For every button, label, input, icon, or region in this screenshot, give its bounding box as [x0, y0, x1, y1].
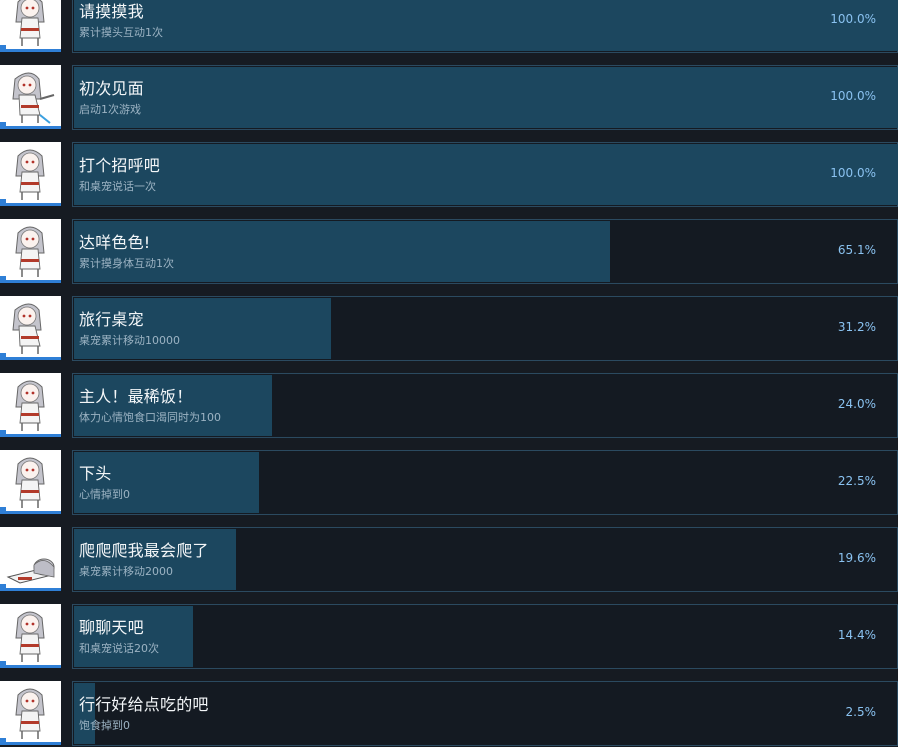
- achievement-row: 聊聊天吧和桌宠说话20次 14.4%: [0, 604, 898, 671]
- achievement-row: 打个招呼吧和桌宠说话一次 100.0%: [0, 142, 898, 209]
- progress-bar: [72, 65, 898, 130]
- achievement-description: 累计摸身体互动1次: [79, 257, 174, 270]
- chibi-girl-crawling-icon: [0, 527, 61, 591]
- icon-corner-tab: [0, 738, 6, 742]
- achievement-list: 请摸摸我 累计摸头互动1次 100.0% 初次见面 启动1次游戏 100.0% 打个招呼吧和…: [0, 0, 898, 747]
- achievement-description: 桌宠累计移动10000: [79, 334, 180, 347]
- achievement-title: 下头: [79, 464, 112, 483]
- chibi-girl-standing-icon: [0, 142, 61, 206]
- achievement-description: 桌宠累计移动2000: [79, 565, 173, 578]
- icon-corner-tab: [0, 199, 6, 203]
- chibi-girl-happy-icon: [0, 373, 61, 437]
- progress-bar: [72, 219, 898, 284]
- achievement-title: 行行好给点吃的吧: [79, 695, 209, 714]
- unlock-percentage: 100.0%: [830, 166, 876, 180]
- achievement-title: 初次见面: [79, 79, 144, 98]
- achievement-title: 请摸摸我: [79, 2, 144, 21]
- achievement-title: 旅行桌宠: [79, 310, 144, 329]
- unlock-percentage: 22.5%: [837, 474, 876, 488]
- achievement-title: 打个招呼吧: [79, 156, 161, 175]
- progress-bar: [72, 604, 898, 669]
- achievement-description: 启动1次游戏: [79, 103, 141, 116]
- unlock-percentage: 14.4%: [837, 628, 876, 642]
- progress-bar-fill: [74, 221, 610, 282]
- icon-corner-tab: [0, 507, 6, 511]
- icon-corner-tab: [0, 661, 6, 665]
- icon-corner-tab: [0, 353, 6, 357]
- progress-bar-fill: [74, 0, 898, 51]
- achievement-description: 和桌宠说话一次: [79, 180, 156, 193]
- achievement-row: 初次见面启动1次游戏 100.0%: [0, 65, 898, 132]
- chibi-girl-sad-icon: [0, 450, 61, 514]
- unlock-percentage: 100.0%: [830, 12, 876, 26]
- chibi-girl-walking-icon: [0, 296, 61, 360]
- achievement-row: 旅行桌宠桌宠累计移动10000 31.2%: [0, 296, 898, 363]
- achievement-description: 累计摸头互动1次: [79, 26, 163, 39]
- unlock-percentage: 24.0%: [837, 397, 876, 411]
- chibi-girl-shy-icon: [0, 219, 61, 283]
- icon-corner-tab: [0, 45, 6, 49]
- unlock-percentage: 2.5%: [845, 705, 877, 719]
- achievement-row: 请摸摸我累计摸头互动1次 100.0%: [0, 0, 898, 55]
- icon-corner-tab: [0, 430, 6, 434]
- progress-bar-fill: [74, 144, 898, 205]
- progress-bar: [72, 450, 898, 515]
- icon-corner-tab: [0, 584, 6, 588]
- chibi-girl-talking-icon: [0, 604, 61, 668]
- progress-bar: [72, 0, 898, 53]
- progress-bar: [72, 296, 898, 361]
- unlock-percentage: 19.6%: [837, 551, 876, 565]
- icon-corner-tab: [0, 122, 6, 126]
- chibi-girl-sitting-icon: [0, 0, 61, 52]
- achievement-title: 达咩色色!: [79, 233, 151, 252]
- achievement-description: 和桌宠说话20次: [79, 642, 159, 655]
- chibi-girl-pointing-icon: [0, 65, 61, 129]
- achievement-description: 饱食掉到0: [79, 719, 130, 732]
- achievement-title: 聊聊天吧: [79, 618, 144, 637]
- achievement-row: 达咩色色! 累计摸身体互动1次 65.1%: [0, 219, 898, 286]
- achievement-row: 下头心情掉到0 22.5%: [0, 450, 898, 517]
- progress-bar-fill: [74, 67, 898, 128]
- unlock-percentage: 100.0%: [830, 89, 876, 103]
- achievement-title: 主人！最稀饭！: [79, 387, 193, 406]
- chibi-girl-hungry-icon: [0, 681, 61, 745]
- progress-bar: [72, 373, 898, 438]
- achievement-row: 爬爬爬我最会爬了桌宠累计移动2000 19.6%: [0, 527, 898, 594]
- achievement-title: 爬爬爬我最会爬了: [79, 541, 209, 560]
- achievement-description: 心情掉到0: [79, 488, 130, 501]
- achievement-row: 主人！最稀饭！ 体力心情饱食口渴同时为100 24.0%: [0, 373, 898, 440]
- unlock-percentage: 65.1%: [837, 243, 876, 257]
- achievement-description: 体力心情饱食口渴同时为100: [79, 411, 221, 424]
- unlock-percentage: 31.2%: [837, 320, 876, 334]
- progress-bar: [72, 142, 898, 207]
- icon-corner-tab: [0, 276, 6, 280]
- achievement-row: 行行好给点吃的吧饱食掉到0 2.5%: [0, 681, 898, 747]
